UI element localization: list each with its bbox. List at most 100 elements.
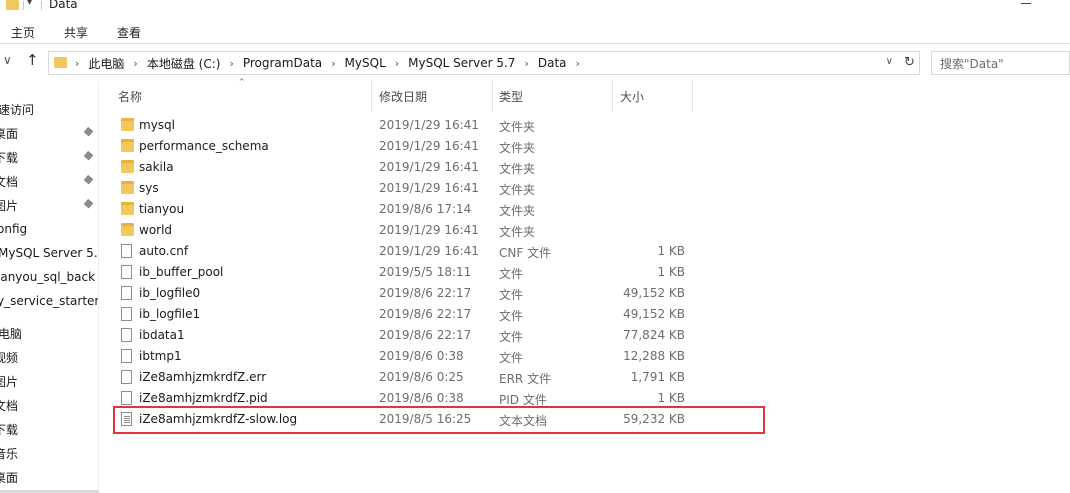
file-type: 文件夹 [499,204,536,218]
file-name: performance_schema [139,139,269,153]
sidebar-item-label: 下载 [0,151,19,165]
list-item[interactable]: mysql 2019/1/29 16:41 文件夹 [115,115,765,136]
recent-locations-chevron-icon[interactable]: ∨ [3,53,12,67]
ribbon: 主页 共享 查看 [0,14,1070,44]
column-resize-handle[interactable] [492,81,493,111]
breadcrumb-item-mysql-server[interactable]: MySQL Server 5.7 [408,56,515,70]
list-item[interactable]: tianyou 2019/8/6 17:14 文件夹 [115,199,765,220]
file-date: 2019/1/29 16:41 [379,181,479,195]
list-item[interactable]: performance_schema 2019/1/29 16:41 文件夹 [115,136,765,157]
list-item[interactable]: ibtmp1 2019/8/6 0:38 文件 12,288 KB [115,346,765,367]
file-date: 2019/8/6 22:17 [379,307,472,321]
breadcrumb-item-mysql[interactable]: MySQL [345,56,386,70]
file-type: 文件 [499,267,524,281]
tab-home[interactable]: 主页 [11,24,35,41]
search-box[interactable] [931,51,1070,75]
sidebar-item-quick-access[interactable]: 速访问 [0,97,99,121]
sidebar-item-config[interactable]: onfig [0,218,99,242]
sidebar-item-label: 下载 [0,423,19,437]
breadcrumb-item-programdata[interactable]: ProgramData [243,56,322,70]
sidebar-item-documents[interactable]: 文档 ■ [0,169,99,193]
chevron-right-icon[interactable]: › [229,57,233,70]
sidebar-item-pictures-pc[interactable]: 图片 [0,369,99,393]
pin-icon[interactable]: ■ [82,125,95,138]
file-type: 文件 [499,288,524,302]
list-item[interactable]: iZe8amhjzmkrdfZ.err 2019/8/6 0:25 ERR 文件… [115,367,765,388]
list-item[interactable]: ib_logfile1 2019/8/6 22:17 文件 49,152 KB [115,304,765,325]
list-item[interactable]: ib_buffer_pool 2019/5/5 18:11 文件 1 KB [115,262,765,283]
breadcrumb-item-this-pc[interactable]: 此电脑 [88,55,124,72]
column-header-name[interactable]: 名称 [118,88,142,105]
chevron-right-icon[interactable]: › [133,57,137,70]
sidebar-item-documents-pc[interactable]: 文档 [0,393,99,417]
pin-icon[interactable]: ■ [82,197,95,210]
folder-icon [121,181,134,194]
sidebar-item-pictures[interactable]: 图片 ■ [0,193,99,217]
list-item[interactable]: ib_logfile0 2019/8/6 22:17 文件 49,152 KB [115,283,765,304]
file-name: sakila [139,160,174,174]
folder-icon [121,202,134,215]
refresh-button[interactable]: ↻ [900,51,920,75]
list-item[interactable]: world 2019/1/29 16:41 文件夹 [115,220,765,241]
sidebar-item-desktop[interactable]: 桌面 ■ [0,121,99,145]
sidebar-item-label: y_service_starter [0,294,99,308]
sidebar-item-desktop-pc[interactable]: 桌面 [0,465,99,489]
column-header-type[interactable]: 类型 [499,88,523,105]
file-icon [121,265,132,279]
tab-view[interactable]: 查看 [117,24,141,41]
file-name: auto.cnf [139,244,189,258]
sidebar-item-label: onfig [0,222,28,236]
search-input[interactable] [940,56,1068,72]
column-resize-handle[interactable] [692,81,693,111]
sidebar-item-service-starter[interactable]: y_service_starter [0,290,99,314]
sidebar-item-downloads-pc[interactable]: 下载 [0,417,99,441]
up-arrow-icon[interactable]: ↑ [26,51,39,69]
list-item[interactable]: sys 2019/1/29 16:41 文件夹 [115,178,765,199]
sidebar-item-label: 桌面 [0,127,19,141]
file-name: ib_logfile1 [139,307,201,321]
minimize-button[interactable] [1021,3,1031,4]
breadcrumb-item-data[interactable]: Data [538,56,567,70]
folder-icon [121,223,134,236]
folder-icon [54,57,67,68]
list-item[interactable]: sakila 2019/1/29 16:41 文件夹 [115,157,765,178]
column-resize-handle[interactable] [612,81,613,111]
sidebar-item-tianyou-sql-back[interactable]: ianyou_sql_back [0,266,99,290]
chevron-right-icon[interactable]: › [331,57,335,70]
column-header-size[interactable]: 大小 [620,88,644,105]
sidebar-item-music[interactable]: 音乐 [0,441,99,465]
address-dropdown-icon[interactable]: ∨ [886,56,893,67]
file-size: 1 KB [657,391,685,405]
pin-icon[interactable]: ■ [82,149,95,162]
file-size: 12,288 KB [623,349,685,363]
column-header-date[interactable]: 修改日期 [379,88,427,105]
sidebar-item-mysql-server[interactable]: MySQL Server 5.7 [0,242,99,266]
tab-share[interactable]: 共享 [64,24,88,41]
quick-access-dropdown-icon[interactable]: ▾ [27,0,32,8]
chevron-right-icon[interactable]: › [576,57,580,70]
sidebar-item-this-pc[interactable]: 电脑 [0,321,99,345]
address-bar[interactable]: › 此电脑 › 本地磁盘 (C:) › ProgramData › MySQL › MyS… [48,51,901,75]
file-date: 2019/8/6 0:38 [379,391,464,405]
breadcrumb-item-local-disk[interactable]: 本地磁盘 (C:) [147,55,221,72]
chevron-right-icon[interactable]: › [75,57,79,70]
list-item[interactable]: auto.cnf 2019/1/29 16:41 CNF 文件 1 KB [115,241,765,262]
sidebar-item-label: 文档 [0,399,19,413]
file-name: ibdata1 [139,328,185,342]
chevron-right-icon[interactable]: › [524,57,528,70]
column-resize-handle[interactable] [371,81,372,111]
sidebar-item-downloads[interactable]: 下载 ■ [0,145,99,169]
file-size: 77,824 KB [623,328,685,342]
title-bar: ▾ Data [0,0,1070,13]
sidebar-item-label: 文档 [0,175,19,189]
list-item[interactable]: ibdata1 2019/8/6 22:17 文件 77,824 KB [115,325,765,346]
sidebar-item-videos[interactable]: 视频 [0,345,99,369]
chevron-right-icon[interactable]: › [395,57,399,70]
divider [98,81,99,493]
file-type: ERR 文件 [499,372,552,386]
pin-icon[interactable]: ■ [82,173,95,186]
file-type: 文件夹 [499,183,536,197]
file-date: 2019/1/29 16:41 [379,118,479,132]
column-header-row: 名称 修改日期 类型 大小 [99,81,1070,111]
file-type: 文件 [499,330,524,344]
